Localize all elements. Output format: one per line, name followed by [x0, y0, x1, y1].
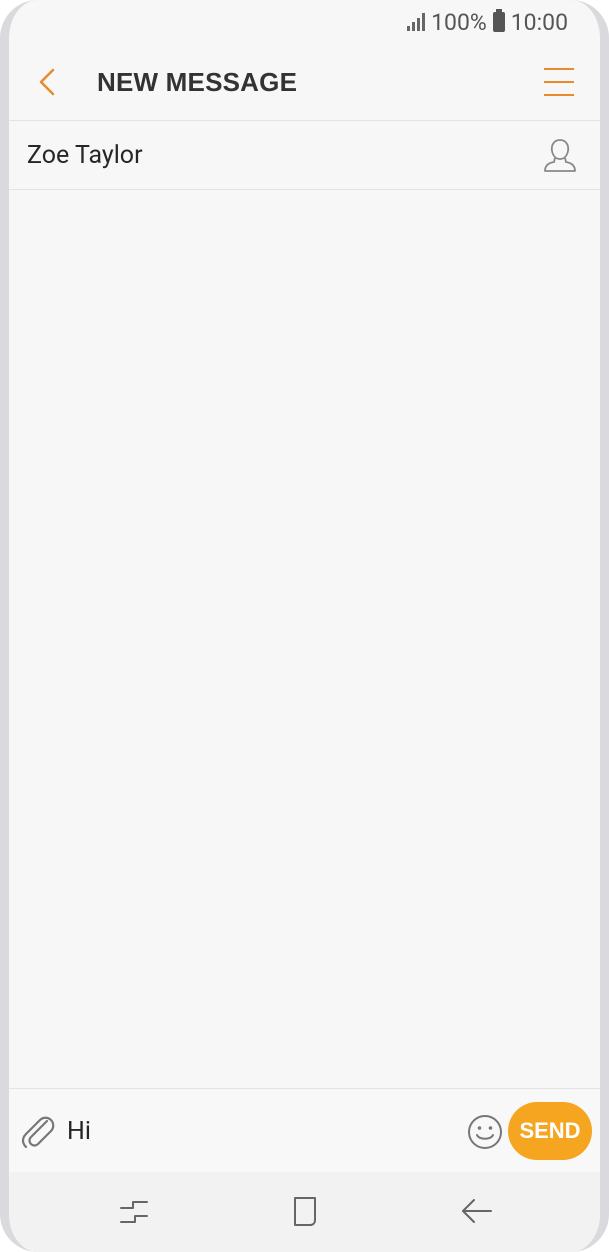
recent-apps-icon: [120, 1201, 148, 1223]
battery-percent: 100%: [431, 8, 487, 36]
emoji-button[interactable]: [466, 1113, 504, 1151]
clock: 10:00: [510, 8, 568, 36]
recent-apps-button[interactable]: [117, 1194, 153, 1230]
hamburger-menu-icon: [544, 68, 574, 70]
back-button[interactable]: [13, 44, 83, 121]
phone-screen: 100% 10:00 NEW MESSAGE Zoe Taylor Hi SEN…: [0, 0, 609, 1252]
send-button[interactable]: SEND: [508, 1102, 592, 1160]
attach-button[interactable]: [19, 1111, 55, 1151]
system-nav-bar: [9, 1172, 600, 1252]
app-header: NEW MESSAGE: [9, 44, 600, 121]
contact-person-icon: [544, 139, 576, 172]
menu-button[interactable]: [544, 66, 574, 98]
recipient-name: Zoe Taylor: [27, 140, 143, 170]
chevron-left-icon: [39, 68, 55, 96]
composer-bar: SEND: [9, 1088, 600, 1172]
signal-icon: [407, 13, 426, 31]
message-thread-area: [9, 190, 600, 1088]
contact-picker-button[interactable]: [540, 135, 580, 175]
recipient-field[interactable]: Zoe Taylor: [9, 121, 600, 190]
back-arrow-icon: [462, 1199, 492, 1223]
home-button[interactable]: [287, 1194, 323, 1230]
side-edge-handle: [605, 352, 609, 600]
page-title: NEW MESSAGE: [97, 66, 298, 97]
message-input[interactable]: [67, 1109, 437, 1153]
battery-icon: [492, 9, 505, 32]
paperclip-icon: [21, 1116, 55, 1149]
home-icon: [294, 1197, 316, 1226]
back-nav-button[interactable]: [459, 1194, 495, 1230]
status-bar: 100% 10:00: [9, 0, 600, 44]
smiley-icon: [468, 1115, 502, 1149]
